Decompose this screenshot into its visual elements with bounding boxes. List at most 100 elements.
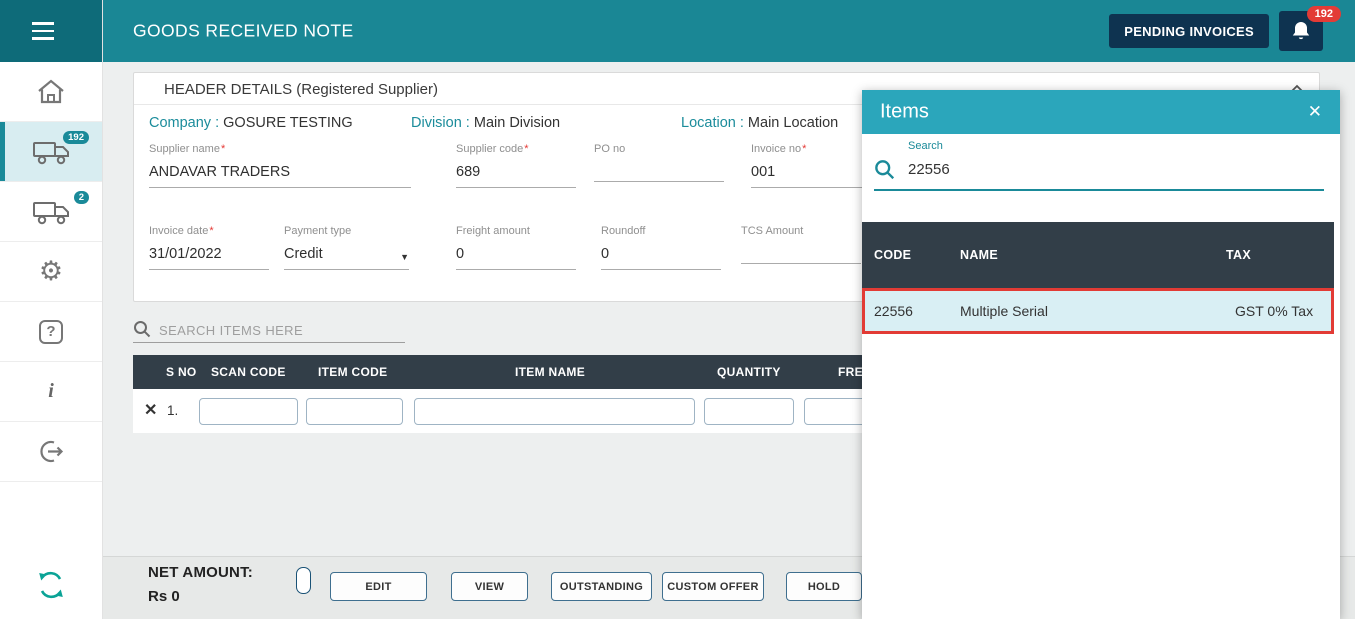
search-items-input[interactable] [159,323,389,338]
items-table-header: CODE NAME TAX [862,222,1334,288]
hamburger-icon [32,19,54,42]
footer-checkbox[interactable] [296,567,311,594]
supplier-code-value[interactable]: 689 [456,164,576,188]
required-marker: * [221,143,225,155]
bell-icon [1291,20,1311,42]
required-marker: * [209,225,213,237]
items-table-row[interactable]: 22556 Multiple Serial GST 0% Tax [862,288,1334,334]
item-code-cell: 22556 [874,303,913,319]
sidebar-item-goods-return[interactable]: 2 [0,182,102,242]
header-details-title: HEADER DETAILS (Registered Supplier) [164,81,438,98]
hamburger-menu-button[interactable] [0,0,102,62]
truck-return-icon [32,198,70,226]
col-s-no: S NO [166,365,197,379]
sidebar-item-sync[interactable] [0,559,102,611]
net-amount-value: Rs 0 [148,588,180,605]
sidebar-item-logout[interactable] [0,422,102,482]
company-value: GOSURE TESTING [223,115,352,131]
invoice-date-label: Invoice date [149,225,208,237]
required-marker: * [524,143,528,155]
notification-count-badge: 192 [1307,6,1341,22]
col-name: NAME [960,248,998,262]
sidebar-item-help[interactable]: ? [0,302,102,362]
gear-icon: ⚙ [39,258,63,285]
pending-invoices-button[interactable]: PENDING INVOICES [1109,14,1269,48]
supplier-name-field[interactable]: Supplier name* ANDAVAR TRADERS [149,143,411,188]
col-item-code: ITEM CODE [318,365,387,379]
sidebar-item-home[interactable] [0,62,102,122]
help-icon: ? [39,320,63,344]
col-scan-code: SCAN CODE [211,365,286,379]
clear-row-icon[interactable]: ✕ [144,400,157,420]
po-no-value[interactable] [594,164,724,182]
supplier-name-value[interactable]: ANDAVAR TRADERS [149,164,411,188]
row-number: 1. [167,403,178,418]
col-quantity: QUANTITY [717,365,781,379]
roundoff-field[interactable]: Roundoff 0 [601,225,721,270]
items-table: CODE NAME TAX 22556 Multiple Serial GST … [862,222,1334,334]
items-panel-title: Items [880,101,929,124]
home-icon [36,78,66,105]
col-item-name: ITEM NAME [515,365,585,379]
po-no-field[interactable]: PO no [594,143,724,182]
app-root: 192 2 ⚙ ? i [0,0,1355,619]
edit-button[interactable]: EDIT [330,572,427,601]
invoice-no-label: Invoice no [751,143,801,155]
company-label: Company : [149,115,219,131]
sidebar-item-info[interactable]: i [0,362,102,422]
hold-button[interactable]: HOLD [786,572,862,601]
tcs-amount-label: TCS Amount [741,225,803,237]
payment-type-field[interactable]: Payment type Credit ▼ [284,225,409,270]
custom-offer-button[interactable]: CUSTOM OFFER [662,572,764,601]
invoice-date-value[interactable]: 31/01/2022 [149,246,269,270]
location-label: Location : [681,115,744,131]
sidebar-item-settings[interactable]: ⚙ [0,242,102,302]
items-search-label: Search [908,140,1324,152]
required-marker: * [802,143,806,155]
col-code: CODE [874,248,911,262]
tcs-amount-value[interactable] [741,246,861,264]
search-icon [874,159,895,180]
division-label: Division : [411,115,470,131]
freight-amount-value[interactable]: 0 [456,246,576,270]
supplier-code-field[interactable]: Supplier code* 689 [456,143,576,188]
close-icon[interactable]: ✕ [1308,102,1322,122]
items-panel-header: Items ✕ [862,90,1340,134]
roundoff-label: Roundoff [601,225,645,237]
sidebar: 192 2 ⚙ ? i [0,0,103,619]
tcs-amount-field[interactable]: TCS Amount [741,225,861,264]
payment-type-select[interactable]: Credit ▼ [284,246,409,270]
items-search-section: Search [874,140,1324,191]
freight-amount-label: Freight amount [456,225,530,237]
return-count-badge: 2 [74,191,89,204]
payment-type-value: Credit [284,246,323,262]
quantity-input[interactable] [704,398,794,425]
logout-icon [38,438,65,465]
topbar: GOODS RECEIVED NOTE PENDING INVOICES 192 [103,0,1355,62]
item-tax-cell: GST 0% Tax [1235,303,1313,319]
freight-amount-field[interactable]: Freight amount 0 [456,225,576,270]
item-name-input[interactable] [414,398,695,425]
supplier-name-label: Supplier name [149,143,220,155]
chevron-down-icon: ▼ [400,252,409,262]
location-value: Main Location [748,115,838,131]
page-title: GOODS RECEIVED NOTE [133,21,354,42]
roundoff-value[interactable]: 0 [601,246,721,270]
sync-icon [37,569,65,601]
net-amount-label: NET AMOUNT: [148,564,253,581]
item-code-input[interactable] [306,398,403,425]
sidebar-item-goods-received[interactable]: 192 [0,122,102,182]
invoice-date-field[interactable]: Invoice date* 31/01/2022 [149,225,269,270]
items-panel: Items ✕ Search CODE NAME TAX 22556 Multi… [862,90,1340,619]
division-value: Main Division [474,115,560,131]
scan-code-input[interactable] [199,398,298,425]
item-name-cell: Multiple Serial [960,303,1048,319]
po-no-label: PO no [594,143,625,155]
items-search-input[interactable] [908,161,1324,178]
search-items-bar[interactable] [133,315,405,343]
supplier-code-label: Supplier code [456,143,523,155]
view-button[interactable]: VIEW [451,572,528,601]
payment-type-label: Payment type [284,225,351,237]
info-icon: i [48,380,54,403]
outstanding-button[interactable]: OUTSTANDING [551,572,652,601]
